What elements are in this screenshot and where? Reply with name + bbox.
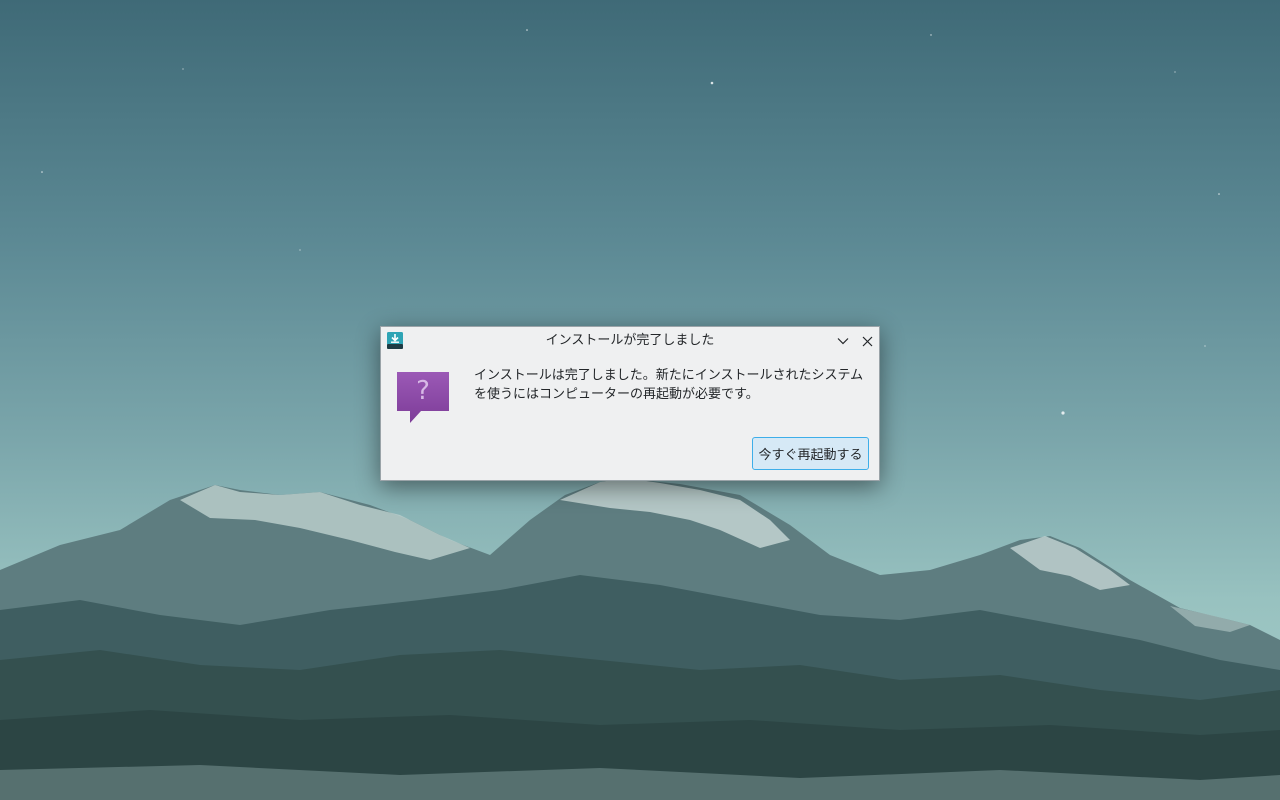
install-complete-dialog: インストールが完了しました ? インストールは完了しました。新たにインストールさ… — [380, 326, 880, 481]
restart-now-button[interactable]: 今すぐ再起動する — [752, 437, 869, 470]
dialog-title: インストールが完了しました — [545, 333, 715, 348]
dialog-message: インストールは完了しました。新たにインストールされたシステム を使うにはコンピュ… — [474, 366, 870, 404]
svg-text:?: ? — [416, 376, 430, 406]
message-line: を使うにはコンピューターの再起動が必要です。 — [474, 387, 759, 402]
dialog-titlebar[interactable]: インストールが完了しました — [381, 327, 879, 355]
chevron-down-icon[interactable] — [835, 333, 851, 349]
message-line: インストールは完了しました。新たにインストールされたシステム — [474, 368, 864, 383]
question-speech-bubble-icon: ? — [396, 371, 450, 425]
close-icon[interactable] — [859, 333, 875, 349]
desktop: インストールが完了しました ? インストールは完了しました。新たにインストールさ… — [0, 0, 1280, 800]
